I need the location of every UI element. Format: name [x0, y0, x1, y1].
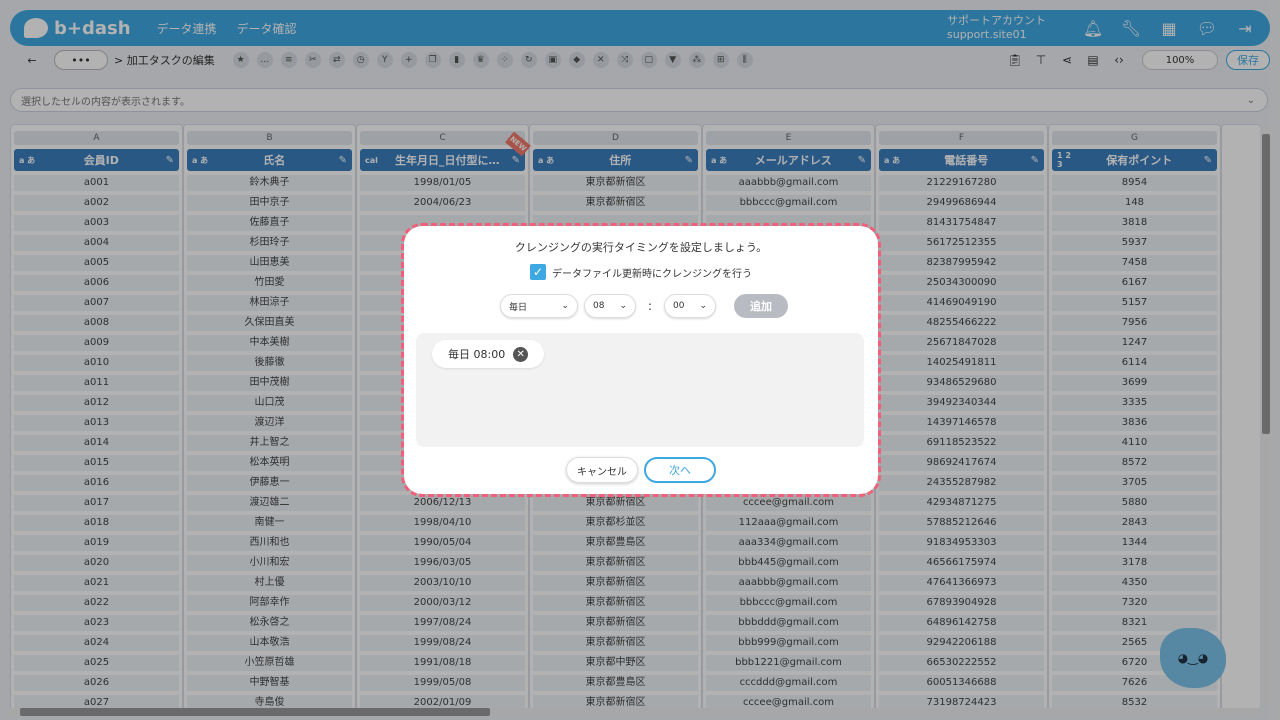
add-schedule-button[interactable]: 追加 — [734, 294, 789, 318]
update-trigger-label: データファイル更新時にクレンジングを行う — [552, 268, 752, 280]
schedule-chip-label: 毎日 08:00 — [448, 348, 506, 361]
cleansing-schedule-dialog: クレンジングの実行タイミングを設定しましょう。 ✓ データファイル更新時にクレン… — [401, 223, 881, 497]
schedule-input-row: 毎日 ⌄ 08 ⌄ : 00 ⌄ 追加 — [500, 294, 789, 318]
dialog-title: クレンジングの実行タイミングを設定しましょう。 — [514, 241, 768, 254]
chevron-down-icon: ⌄ — [619, 301, 627, 311]
schedule-chip: 毎日 08:00 ✕ — [432, 340, 544, 368]
minute-value: 00 — [673, 301, 685, 311]
next-button[interactable]: 次へ — [644, 457, 716, 483]
frequency-select[interactable]: 毎日 ⌄ — [500, 294, 578, 318]
frequency-value: 毎日 — [509, 302, 528, 313]
chevron-down-icon: ⌄ — [561, 301, 569, 311]
cancel-button[interactable]: キャンセル — [566, 457, 638, 483]
dialog-footer: キャンセル 次へ — [404, 457, 878, 483]
update-trigger-row: ✓ データファイル更新時にクレンジングを行う — [404, 264, 878, 280]
minute-select[interactable]: 00 ⌄ — [664, 294, 717, 318]
hour-select[interactable]: 08 ⌄ — [584, 294, 636, 318]
time-separator: : — [648, 299, 653, 313]
hour-value: 08 — [593, 301, 605, 311]
remove-schedule-icon[interactable]: ✕ — [513, 346, 529, 362]
schedule-list: 毎日 08:00 ✕ — [416, 333, 864, 447]
update-trigger-checkbox[interactable]: ✓ — [530, 264, 546, 280]
chevron-down-icon: ⌄ — [699, 301, 708, 311]
